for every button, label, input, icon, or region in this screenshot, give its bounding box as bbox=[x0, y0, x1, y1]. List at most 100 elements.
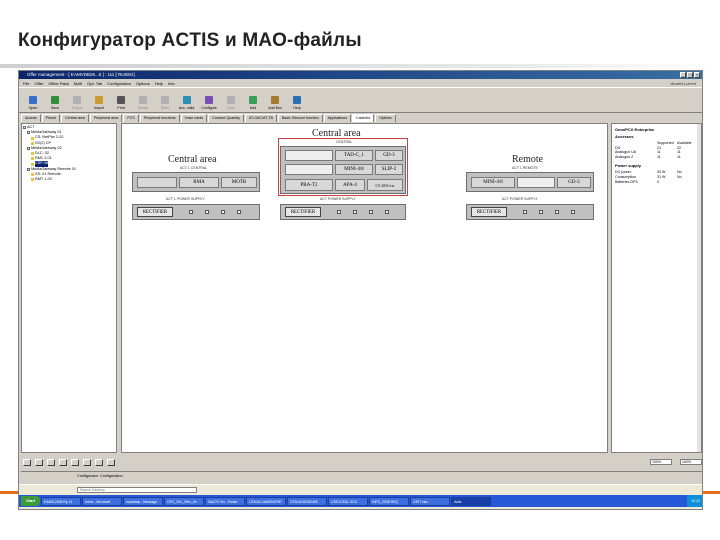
taskbar-task[interactable]: Actis bbox=[451, 496, 492, 506]
remote-area-sub: ACT 1 REMOTE bbox=[512, 166, 538, 170]
menu-item[interactable]: File bbox=[23, 81, 29, 86]
taskbar-task[interactable]: EAMS-2008 Rp 14 bbox=[41, 496, 82, 506]
toolbar-button[interactable]: Export bbox=[67, 88, 87, 110]
save-icon bbox=[51, 96, 59, 104]
tab[interactable]: Basic Telecom function bbox=[277, 114, 323, 122]
menu-item[interactable]: Offer bbox=[34, 81, 43, 86]
taskbar-task[interactable]: OTALM MODEMS bbox=[287, 496, 328, 506]
tab[interactable]: Connect Quantity bbox=[208, 114, 244, 122]
taskbar-task[interactable]: INFO_2008 REQ bbox=[369, 496, 410, 506]
tab[interactable]: Applications bbox=[323, 114, 351, 122]
central-area-left-sub: ACT 1 CENTRAL bbox=[180, 166, 208, 170]
toolbar-button[interactable]: Dele bbox=[221, 88, 241, 110]
rectifier-box[interactable]: RECTIFIER bbox=[137, 207, 173, 217]
zoom-in-icon[interactable] bbox=[35, 458, 43, 466]
tab[interactable]: Voice cards bbox=[180, 114, 208, 122]
rectifier-box[interactable]: RECTIFIER bbox=[285, 207, 321, 217]
toolbar-button-label: Help bbox=[293, 106, 301, 110]
board-slot[interactable]: RMA bbox=[179, 177, 219, 188]
menu-item[interactable]: Info bbox=[168, 81, 175, 86]
fit-icon[interactable] bbox=[47, 458, 55, 466]
toolbar-button[interactable]: Open bbox=[23, 88, 43, 110]
menu-item[interactable]: Help bbox=[155, 81, 163, 86]
toolbar-button[interactable]: Import bbox=[89, 88, 109, 110]
taskbar-task[interactable]: UTALM UAMENOPIE bbox=[246, 496, 287, 506]
minimize-icon[interactable]: _ bbox=[680, 72, 686, 78]
empty-slot[interactable] bbox=[137, 177, 177, 188]
props-value bbox=[677, 180, 697, 185]
props-scrollbar[interactable] bbox=[697, 124, 701, 452]
taskbar-task[interactable]: Inbox - Microsoft bbox=[82, 496, 123, 506]
board-label: GD-3 bbox=[383, 153, 395, 158]
tab[interactable]: Peripheral area bbox=[89, 114, 123, 122]
redo-icon bbox=[161, 96, 169, 104]
tab[interactable]: AT-GAC/AT-TB bbox=[244, 114, 277, 122]
board-slot[interactable]: CS 48/4 ext bbox=[367, 179, 403, 191]
toolbar-button[interactable]: Add bbox=[243, 88, 263, 110]
board-slot[interactable]: SLIP-2 bbox=[375, 164, 403, 175]
remote-area-title: Remote bbox=[512, 154, 544, 165]
tab[interactable]: PCS bbox=[123, 114, 139, 122]
taskbar-task[interactable]: OFC_201_Offer_fin bbox=[164, 496, 205, 506]
empty-slot[interactable] bbox=[517, 177, 555, 188]
zoom-select-right[interactable]: 100% bbox=[680, 459, 702, 465]
board-slot[interactable]: MINI-4/8 bbox=[471, 177, 515, 188]
toolbar-button[interactable]: Redo bbox=[155, 88, 175, 110]
tab[interactable]: Peripheral functions bbox=[139, 114, 180, 122]
led-indicator bbox=[189, 210, 193, 214]
toolbar-button[interactable]: Delete bbox=[133, 88, 153, 110]
taskbar-task[interactable]: Inpadoop - Message bbox=[123, 496, 164, 506]
tab[interactable]: Access bbox=[21, 114, 41, 122]
toolbar-button-label: Import bbox=[93, 106, 105, 110]
rack-remote: MINI-4/8 GD-3 bbox=[466, 172, 594, 192]
toolbar-button[interactable]: Help bbox=[287, 88, 307, 110]
window-titlebar: Offer management - [ EAMVDB26...5 ] : 11… bbox=[19, 71, 702, 79]
board-slot[interactable]: APA-4 bbox=[335, 179, 365, 191]
diagram-canvas[interactable]: Central area ACT 1 CENTRAL RMA MOTB ACT … bbox=[121, 123, 608, 453]
board-label: CS 48/4 ext bbox=[375, 182, 395, 188]
taskbar-task[interactable]: GRIT xlsx bbox=[410, 496, 451, 506]
tab[interactable]: Phone bbox=[41, 114, 60, 122]
desktop-search-input[interactable]: Search Desktop bbox=[77, 487, 197, 493]
zoom-toolbar: 100% 100% bbox=[21, 457, 702, 467]
tab[interactable]: Central area bbox=[61, 114, 89, 122]
taskbar-task[interactable]: USD ICEAL DOC bbox=[328, 496, 369, 506]
board-slot[interactable]: MOTB bbox=[221, 177, 257, 188]
print-preview-icon[interactable] bbox=[71, 458, 79, 466]
tab[interactable]: Options bbox=[375, 114, 396, 122]
maximize-icon[interactable]: □ bbox=[687, 72, 693, 78]
props-key: Analogue Z bbox=[615, 154, 634, 159]
board-slot[interactable]: MINI-4/8 bbox=[335, 164, 373, 175]
layout-icon[interactable] bbox=[95, 458, 103, 466]
rectifier-box[interactable]: RECTIFIER bbox=[471, 207, 507, 217]
toolbar-button[interactable]: Add Box bbox=[265, 88, 285, 110]
menu-item[interactable]: Opt. Tab bbox=[87, 81, 102, 86]
tree-item[interactable]: RMT 1-02 bbox=[23, 177, 115, 182]
board-slot[interactable]: GD-3 bbox=[557, 177, 591, 188]
menu-item[interactable]: Multi bbox=[74, 81, 82, 86]
zoom-select-left[interactable]: 100% bbox=[650, 459, 672, 465]
menu-item[interactable]: Options bbox=[136, 81, 150, 86]
configuration-tree[interactable]: ACT MediaGateway 01 CS: NetPbx 2-02 SX(2) C… bbox=[21, 123, 117, 453]
psu-rack-mid: RECTIFIER bbox=[280, 204, 406, 220]
menu-item[interactable]: Configuration bbox=[107, 81, 131, 86]
board-slot[interactable]: PRA-T2 bbox=[285, 179, 333, 191]
empty-slot[interactable] bbox=[285, 150, 333, 161]
toolbar-button[interactable]: Acc. valid. bbox=[177, 88, 197, 110]
menu-item[interactable]: Office Fatal bbox=[48, 81, 68, 86]
toolbar-button[interactable]: Save bbox=[45, 88, 65, 110]
zoom-out-icon[interactable] bbox=[23, 458, 31, 466]
start-button[interactable]: Start bbox=[21, 496, 41, 506]
close-icon[interactable]: × bbox=[694, 72, 700, 78]
refresh-icon[interactable] bbox=[83, 458, 91, 466]
toolbar-button[interactable]: Configure bbox=[199, 88, 219, 110]
tab[interactable]: Cabinets bbox=[352, 114, 375, 122]
board-slot[interactable]: TAD-C_1 bbox=[335, 150, 373, 161]
toolbar-button-label: Delete bbox=[137, 106, 149, 110]
export-icon[interactable] bbox=[107, 458, 115, 466]
empty-slot[interactable] bbox=[285, 164, 333, 175]
board-slot[interactable]: GD-3 bbox=[375, 150, 403, 161]
toolbar-button[interactable]: Print bbox=[111, 88, 131, 110]
taskbar-task[interactable]: Sta270 Ver - Power bbox=[205, 496, 246, 506]
grid-icon[interactable] bbox=[59, 458, 67, 466]
